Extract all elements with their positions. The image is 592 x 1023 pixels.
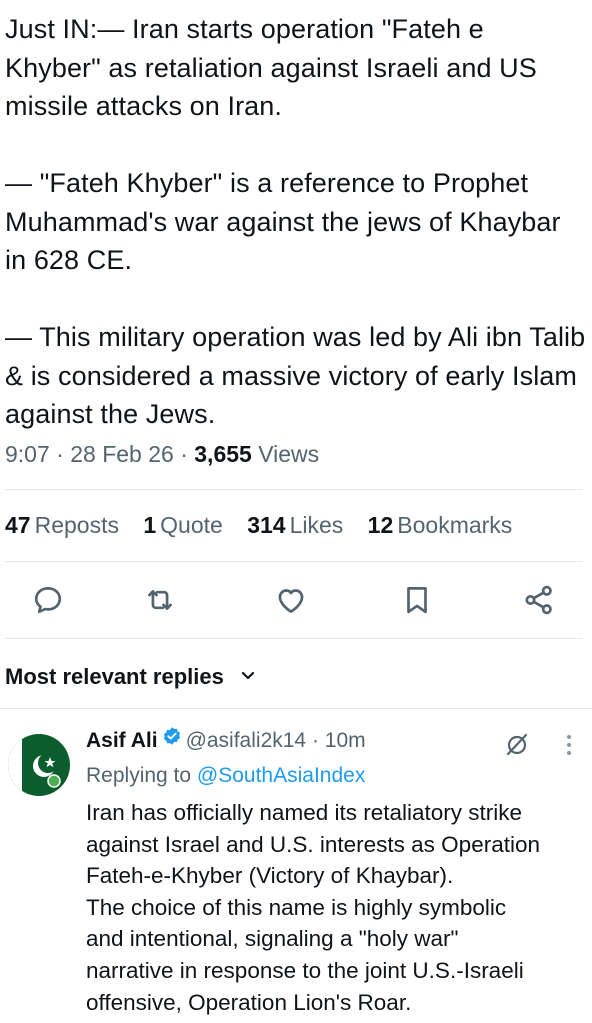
tweet-paragraph: Just IN:— Iran starts operation "Fateh e… <box>5 14 537 121</box>
divider <box>5 638 582 639</box>
reply-author-handle[interactable]: @asifali2k14 <box>186 729 307 752</box>
reply-time[interactable]: 10m <box>325 729 366 752</box>
share-button[interactable] <box>522 583 556 617</box>
reply-line: offensive, Operation Lion's Roar. <box>86 989 412 1015</box>
tweet-meta: 9:07 · 28 Feb 26 · 3,655 Views <box>5 441 319 468</box>
reply-line: narrative in response to the joint U.S.-… <box>86 957 524 983</box>
divider <box>5 561 582 562</box>
reply-text: Iran has officially named its retaliator… <box>86 797 586 1018</box>
repost-icon <box>148 590 172 610</box>
reply-line: against Israel and U.S. interests as Ope… <box>86 831 540 857</box>
likes-label: Likes <box>289 512 344 538</box>
reply-line: Fateh-e-Khyber (Victory of Khaybar). <box>86 863 454 889</box>
repost-button[interactable] <box>143 583 177 617</box>
grok-icon[interactable] <box>503 730 531 763</box>
reply-line: Iran has officially named its retaliator… <box>86 800 523 825</box>
reply-line: and intentional, signaling a "holy war" <box>86 926 459 952</box>
tweet-text: Just IN:— Iran starts operation "Fateh e… <box>5 10 587 434</box>
replies-sort-dropdown[interactable]: Most relevant replies <box>5 664 256 690</box>
tweet-date[interactable]: 28 Feb 26 <box>70 441 174 467</box>
views-label: Views <box>258 441 320 467</box>
more-options-icon[interactable] <box>563 732 575 763</box>
heart-icon <box>278 589 304 613</box>
bookmarks-count: 12 <box>367 512 394 538</box>
quotes-label: Quote <box>160 512 223 538</box>
meta-separator: · <box>56 441 64 467</box>
chevron-down-icon <box>240 663 256 689</box>
tweet-paragraph: — This military operation was led by Ali… <box>5 322 586 429</box>
tweet-time[interactable]: 9:07 <box>5 441 50 467</box>
reply-icon <box>34 587 62 614</box>
likes-stat[interactable]: 314 Likes <box>247 512 343 539</box>
bookmark-icon <box>407 587 427 614</box>
divider <box>0 708 592 709</box>
replying-handle-link[interactable]: @SouthAsiaIndex <box>197 764 365 787</box>
quotes-count: 1 <box>143 512 157 538</box>
reply-line: The choice of this name is highly symbol… <box>86 894 507 920</box>
tweet-paragraph: — "Fateh Khyber" is a reference to Proph… <box>5 168 561 275</box>
replying-prefix: Replying to <box>86 764 192 787</box>
meta-separator: · <box>180 441 188 467</box>
reply-tools <box>503 730 583 760</box>
reply-separator: · <box>311 729 319 752</box>
bookmark-button[interactable] <box>400 583 434 617</box>
bookmarks-label: Bookmarks <box>397 512 513 538</box>
reply-header: Asif Ali @asifali2k14 · 10m <box>86 726 366 753</box>
bookmarks-stat[interactable]: 12 Bookmarks <box>368 512 513 539</box>
avatar[interactable] <box>8 734 70 796</box>
engagement-stats: 47 Reposts 1 Quote 314 Likes 12 Bookmarks <box>5 512 530 539</box>
like-button[interactable] <box>274 583 308 617</box>
replies-header-label: Most relevant replies <box>5 664 224 689</box>
verified-badge-icon <box>162 726 182 752</box>
likes-count: 314 <box>247 512 286 538</box>
divider <box>5 489 582 490</box>
replying-to: Replying to @SouthAsiaIndex <box>86 764 365 788</box>
views-count: 3,655 <box>194 441 252 467</box>
reposts-label: Reposts <box>34 512 119 538</box>
reposts-stat[interactable]: 47 Reposts <box>5 512 119 539</box>
action-bar <box>0 583 592 619</box>
quotes-stat[interactable]: 1 Quote <box>143 512 222 539</box>
reposts-count: 47 <box>5 512 31 538</box>
reply-button[interactable] <box>31 583 65 617</box>
share-icon <box>525 585 552 615</box>
reply-author-name[interactable]: Asif Ali <box>86 729 158 752</box>
